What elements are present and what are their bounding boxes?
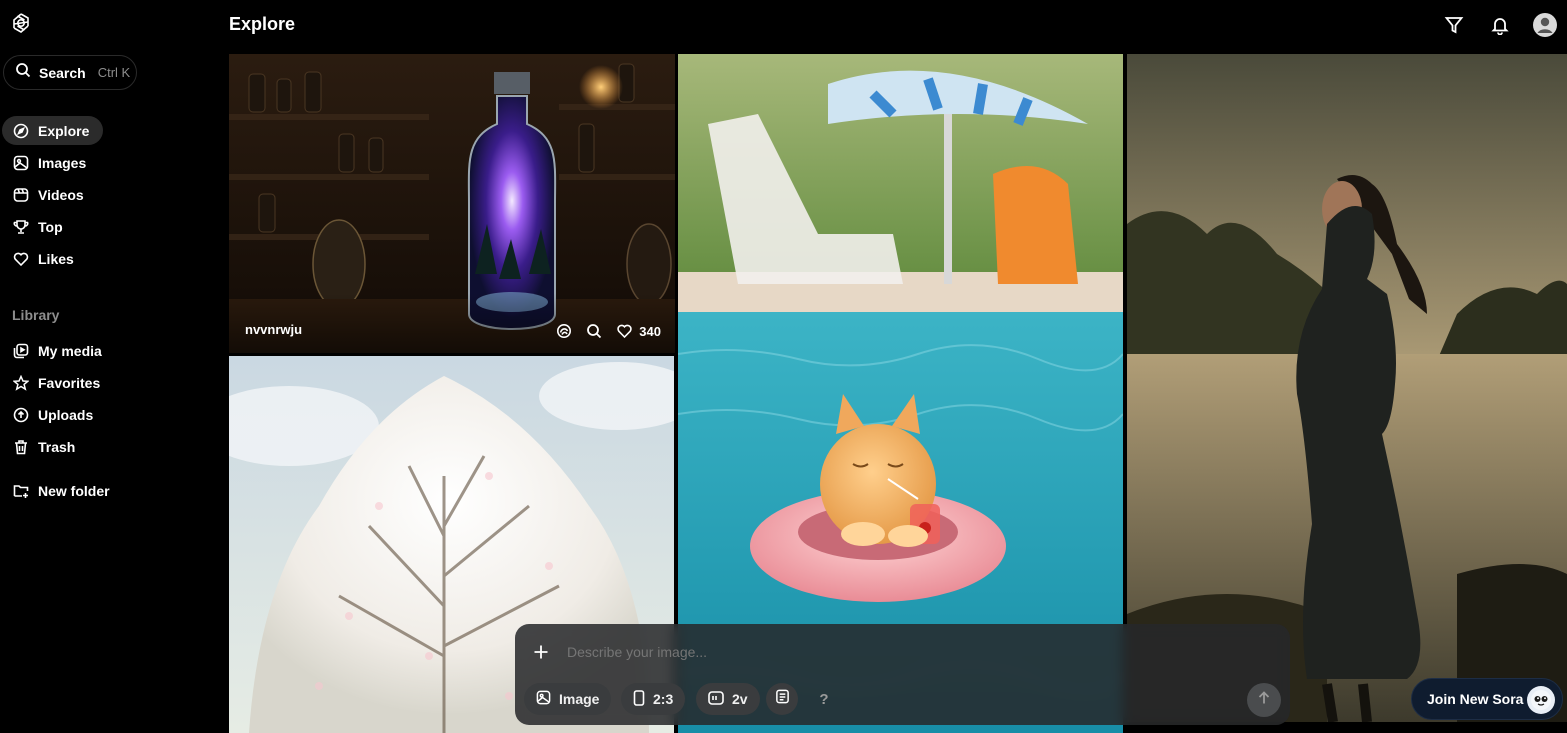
join-new-sora-button[interactable]: Join New Sora xyxy=(1411,678,1563,720)
like-count: 340 xyxy=(639,323,661,339)
image-icon xyxy=(12,154,30,172)
media-icon xyxy=(12,342,30,360)
sidebar-item-label: Explore xyxy=(38,122,90,139)
aspect-ratio-selector[interactable]: 2:3 xyxy=(621,683,686,715)
variations-icon xyxy=(708,690,724,708)
tile-actions: 340 xyxy=(556,323,661,339)
sidebar-item-videos[interactable]: Videos xyxy=(2,180,98,209)
woman-river-image xyxy=(1127,54,1567,722)
sidebar-item-likes[interactable]: Likes xyxy=(2,244,88,273)
tile-author[interactable]: nvvnrwju xyxy=(245,322,302,337)
arrow-up-icon xyxy=(1257,690,1271,710)
heart-icon xyxy=(12,250,30,268)
prompt-composer: Image 2:3 2v ? xyxy=(515,624,1290,725)
presets-button[interactable] xyxy=(766,683,798,715)
search-icon xyxy=(15,62,31,83)
sidebar-item-label: Trash xyxy=(38,438,76,455)
new-folder-button[interactable]: New folder xyxy=(2,476,124,505)
feed-tile-woman-river[interactable] xyxy=(1127,54,1567,722)
bell-icon[interactable] xyxy=(1487,12,1513,38)
sidebar-item-images[interactable]: Images xyxy=(2,148,100,177)
sidebar-item-favorites[interactable]: Favorites xyxy=(2,368,114,397)
sidebar-item-label: My media xyxy=(38,342,102,359)
sidebar: Search Ctrl K Explore Images Videos Top … xyxy=(0,0,215,733)
compass-icon xyxy=(12,122,30,140)
portrait-ratio-icon xyxy=(633,689,645,709)
search-shortcut: Ctrl K xyxy=(97,65,131,80)
sidebar-item-label: Likes xyxy=(38,250,74,267)
openai-logo-icon[interactable] xyxy=(9,11,33,35)
search-label: Search xyxy=(39,64,86,81)
trash-icon xyxy=(12,438,30,456)
filter-icon[interactable] xyxy=(1441,12,1467,38)
upload-icon xyxy=(12,406,30,424)
search-button[interactable]: Search Ctrl K xyxy=(3,55,137,90)
sidebar-item-label: Top xyxy=(38,218,63,235)
sidebar-item-trash[interactable]: Trash xyxy=(2,432,89,461)
folder-plus-icon xyxy=(12,482,30,500)
help-label: ? xyxy=(819,690,829,708)
new-folder-label: New folder xyxy=(38,482,110,499)
sidebar-item-my-media[interactable]: My media xyxy=(2,336,116,365)
feed-tile-galaxy-bottle[interactable]: nvvnrwju 340 xyxy=(229,54,675,353)
heart-icon xyxy=(616,323,633,339)
media-type-label: Image xyxy=(559,691,600,707)
media-type-selector[interactable]: Image xyxy=(524,683,612,715)
image-icon xyxy=(536,690,551,708)
trophy-icon xyxy=(12,218,30,236)
remix-icon[interactable] xyxy=(556,323,572,339)
prompt-input[interactable] xyxy=(567,644,1167,660)
sora-explore-page: Search Ctrl K Explore Images Videos Top … xyxy=(0,0,1567,733)
sidebar-item-uploads[interactable]: Uploads xyxy=(2,400,107,429)
search-similar-icon[interactable] xyxy=(586,323,602,339)
library-heading: Library xyxy=(12,307,60,323)
submit-button[interactable] xyxy=(1247,683,1281,717)
film-icon xyxy=(12,186,30,204)
sidebar-item-label: Videos xyxy=(38,186,84,203)
sidebar-item-label: Images xyxy=(38,154,87,171)
sidebar-item-label: Favorites xyxy=(38,374,101,391)
join-new-sora-label: Join New Sora xyxy=(1427,691,1524,707)
add-attachment-icon[interactable] xyxy=(533,644,549,660)
sora-mascot-icon xyxy=(1527,686,1555,714)
page-title: Explore xyxy=(229,14,296,34)
like-button[interactable]: 340 xyxy=(616,323,661,339)
variations-selector[interactable]: 2v xyxy=(696,683,760,715)
sidebar-item-top[interactable]: Top xyxy=(2,212,77,241)
presets-icon xyxy=(775,689,790,709)
variations-label: 2v xyxy=(732,691,748,707)
sidebar-item-explore[interactable]: Explore xyxy=(2,116,104,145)
star-icon xyxy=(12,374,30,392)
help-button[interactable]: ? xyxy=(808,683,840,715)
sidebar-item-label: Uploads xyxy=(38,406,94,423)
aspect-ratio-label: 2:3 xyxy=(653,691,674,707)
profile-icon[interactable] xyxy=(1532,12,1558,38)
